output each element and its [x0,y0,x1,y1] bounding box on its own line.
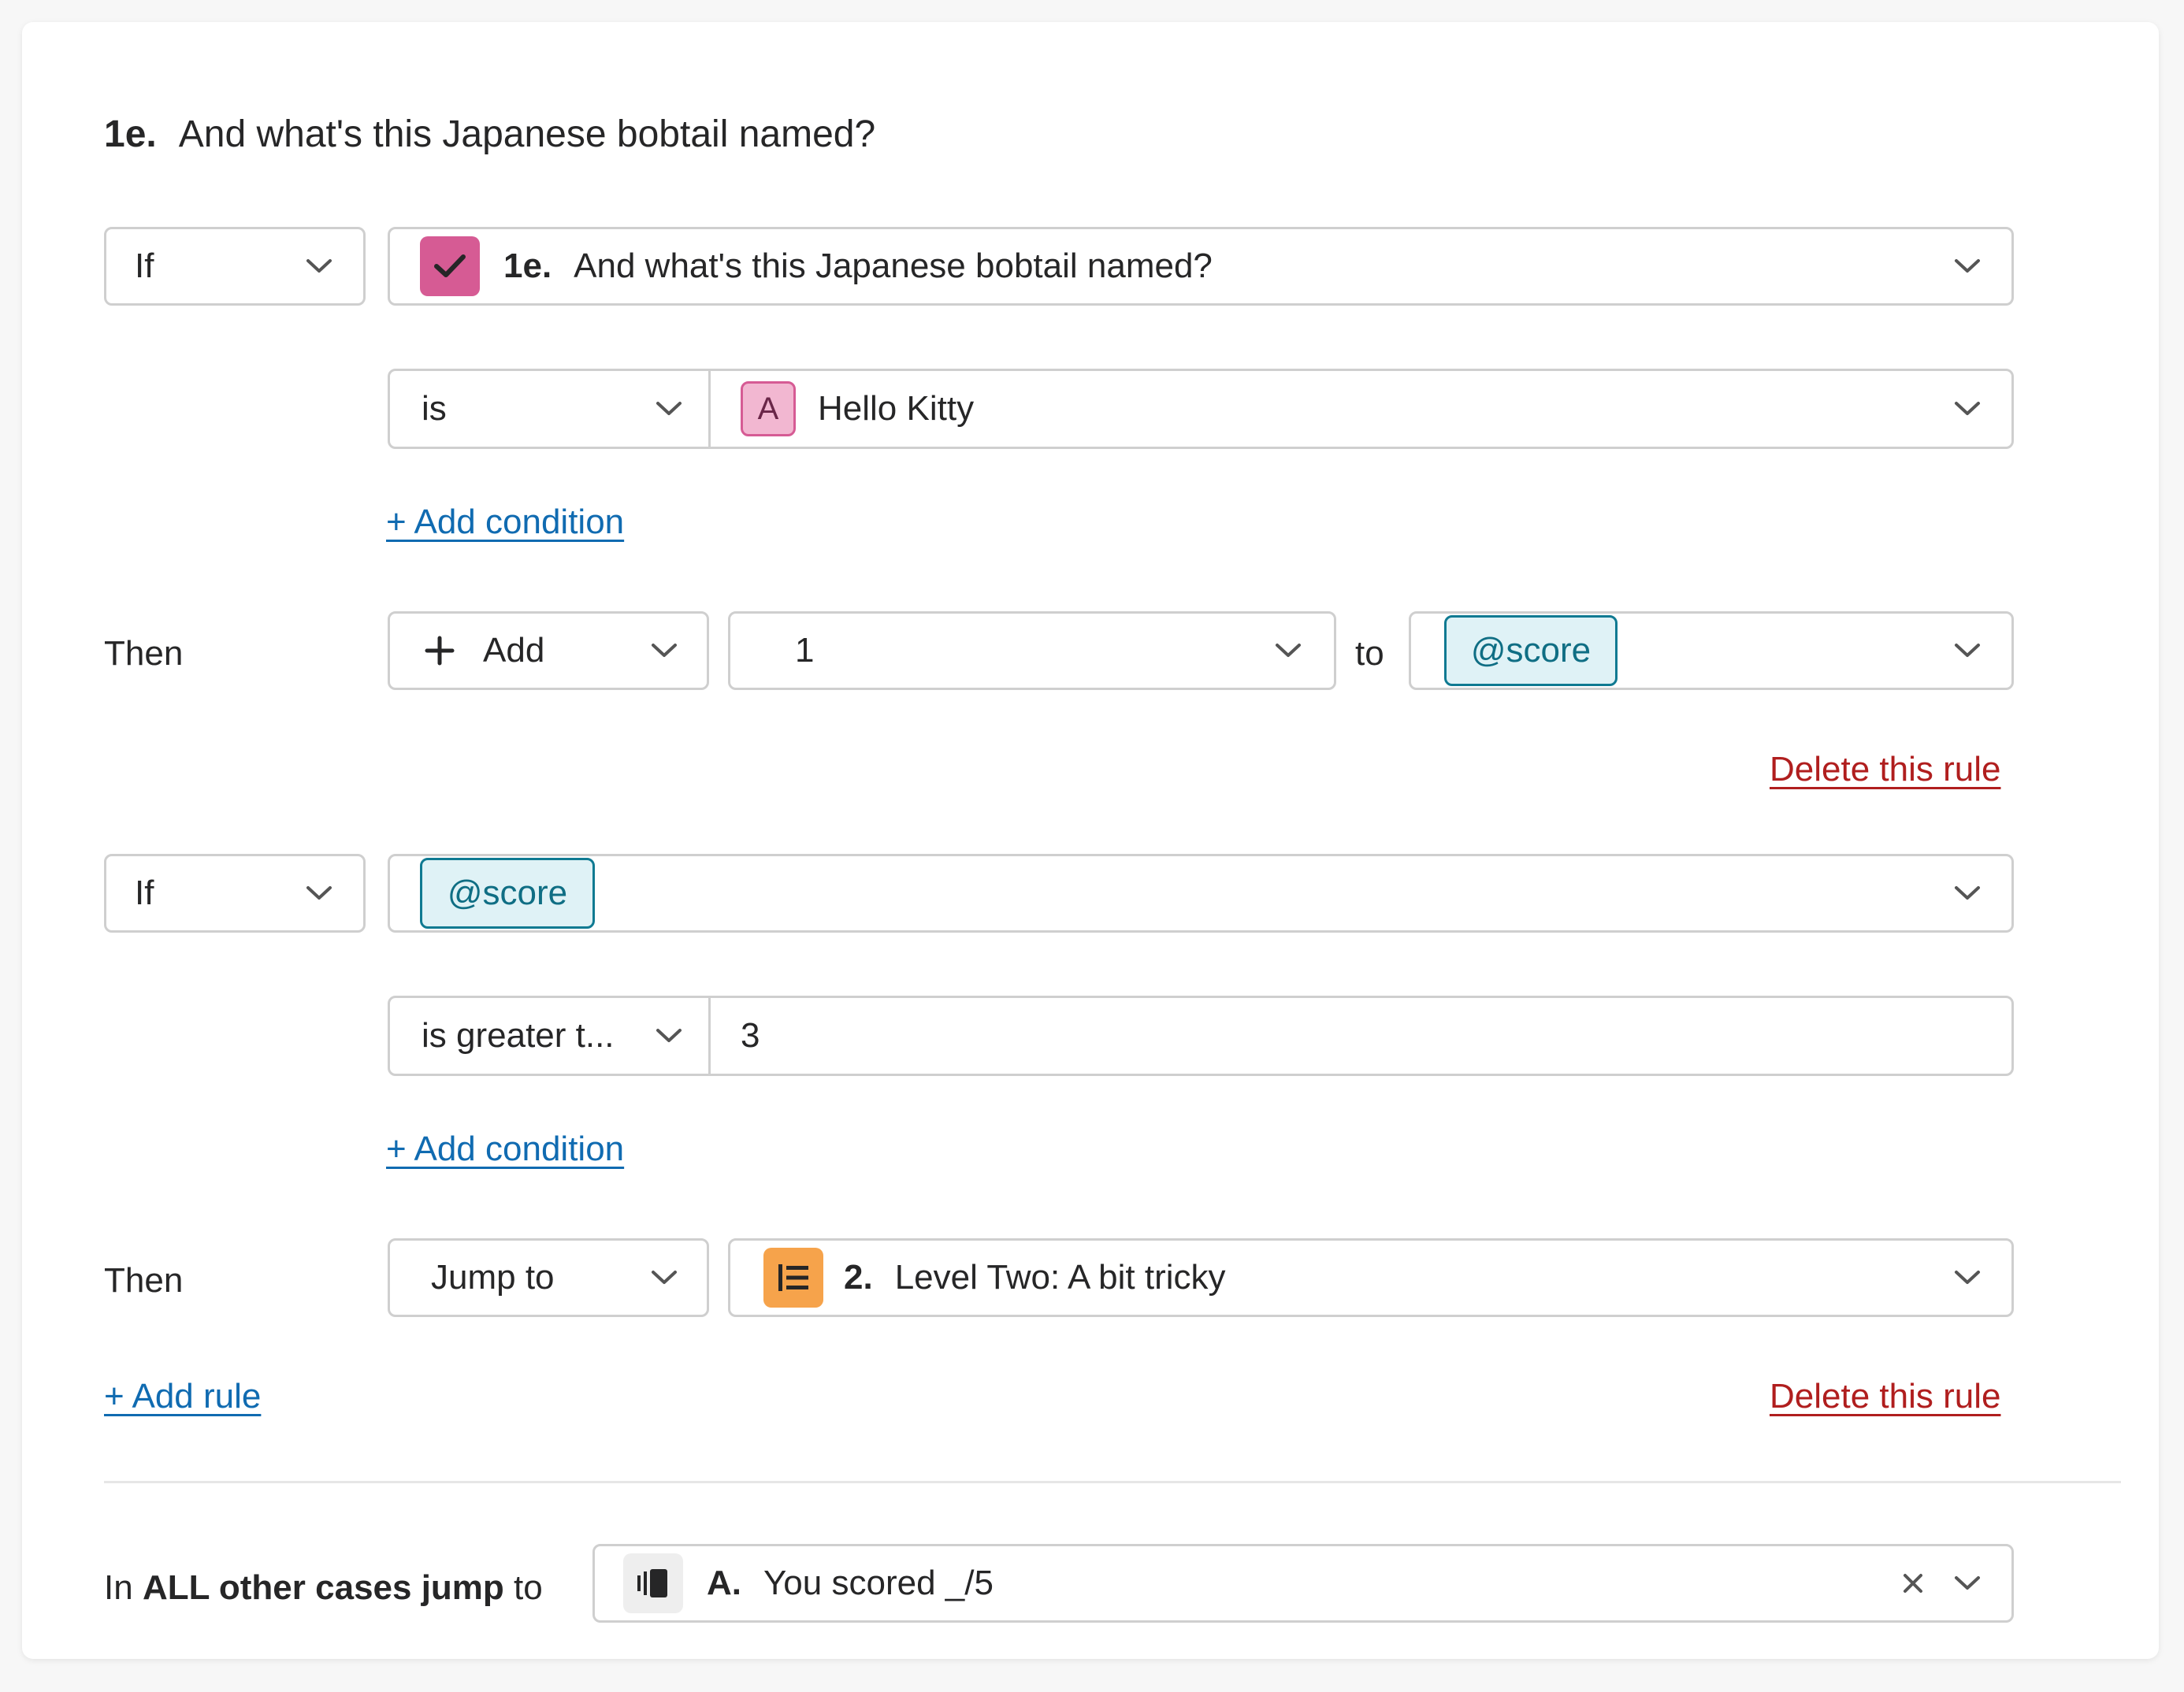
question-title: 1e. And what's this Japanese bobtail name… [104,107,875,162]
chevron-down-icon [305,258,333,275]
variable-tag: @score [420,858,595,929]
chevron-down-icon [1953,1575,1982,1592]
operator-label: is [422,389,447,428]
divider [104,1481,2121,1483]
add-condition-link[interactable]: + Add condition [386,1130,624,1168]
rule-1-operator-select[interactable]: is [388,369,711,449]
destination-number: 2. [844,1258,873,1297]
rule-2-value-input[interactable]: 3 [708,996,2014,1076]
chevron-down-icon [1953,400,1982,417]
chevron-down-icon [1274,642,1302,659]
then-label: Then [104,634,184,673]
action-label: Add [483,631,545,670]
chevron-down-icon [655,400,683,417]
rule-1-target-select[interactable]: @score [1409,611,2014,690]
checkmark-icon [420,236,480,296]
rule-1-amount-select[interactable]: 1 [728,611,1336,690]
add-rule-link[interactable]: + Add rule [104,1377,261,1416]
logic-panel: 1e. And what's this Japanese bobtail name… [22,22,2159,1659]
chevron-down-icon [1953,258,1982,275]
rule-2-destination-select[interactable]: 2. Level Two: A bit tricky [728,1238,2014,1317]
fallback-bold: ALL other cases jump [142,1568,504,1607]
chevron-down-icon [655,1027,683,1045]
chevron-down-icon [1953,1269,1982,1286]
value-text: 3 [741,1016,760,1055]
rule-2-subject-select[interactable]: @score [388,854,2014,933]
ending-icon [623,1553,683,1613]
choice-text: Hello Kitty [818,389,975,428]
rule-2-action-select[interactable]: Jump to [388,1238,709,1317]
operator-label: is greater t... [422,1016,615,1055]
to-label: to [1355,634,1384,673]
rule-1-if-select[interactable]: If [104,227,366,306]
if-label: If [135,247,154,285]
destination-text: Level Two: A bit tricky [894,1258,1226,1297]
amount-value: 1 [795,631,815,670]
chevron-down-icon [650,1269,678,1286]
delete-rule-link[interactable]: Delete this rule [1770,1377,2000,1416]
subject-question-number: 1e. [503,247,552,285]
fallback-suffix: to [514,1568,543,1607]
action-label: Jump to [431,1258,555,1297]
subject-question-text: And what's this Japanese bobtail named? [574,247,1213,285]
question-number: 1e. [104,113,157,155]
delete-rule-link[interactable]: Delete this rule [1770,750,2000,788]
fallback-label: In ALL other cases jump to [104,1564,543,1612]
rule-2-if-select[interactable]: If [104,854,366,933]
chevron-down-icon [650,642,678,659]
fallback-destination-text: You scored _/5 [763,1564,994,1602]
then-label: Then [104,1261,184,1300]
fallback-destination-select[interactable]: A. You scored _/5 [592,1544,2014,1623]
rule-1-value-select[interactable]: A Hello Kitty [708,369,2014,449]
rule-2-operator-select[interactable]: is greater t... [388,996,711,1076]
rule-1-action-select[interactable]: Add [388,611,709,690]
chevron-down-icon [1953,642,1982,659]
fallback-prefix: In [104,1568,133,1607]
variable-tag: @score [1444,615,1618,686]
chevron-down-icon [1953,885,1982,902]
plus-icon [425,636,455,666]
choice-badge: A [741,381,796,436]
rule-1-subject-select[interactable]: 1e. And what's this Japanese bobtail nam… [388,227,2014,306]
question-text: And what's this Japanese bobtail named? [178,113,876,155]
add-condition-link[interactable]: + Add condition [386,503,624,541]
list-icon [763,1248,823,1308]
if-label: If [135,874,154,912]
close-icon[interactable] [1901,1571,1925,1595]
fallback-destination-number: A. [707,1564,741,1602]
chevron-down-icon [305,885,333,902]
